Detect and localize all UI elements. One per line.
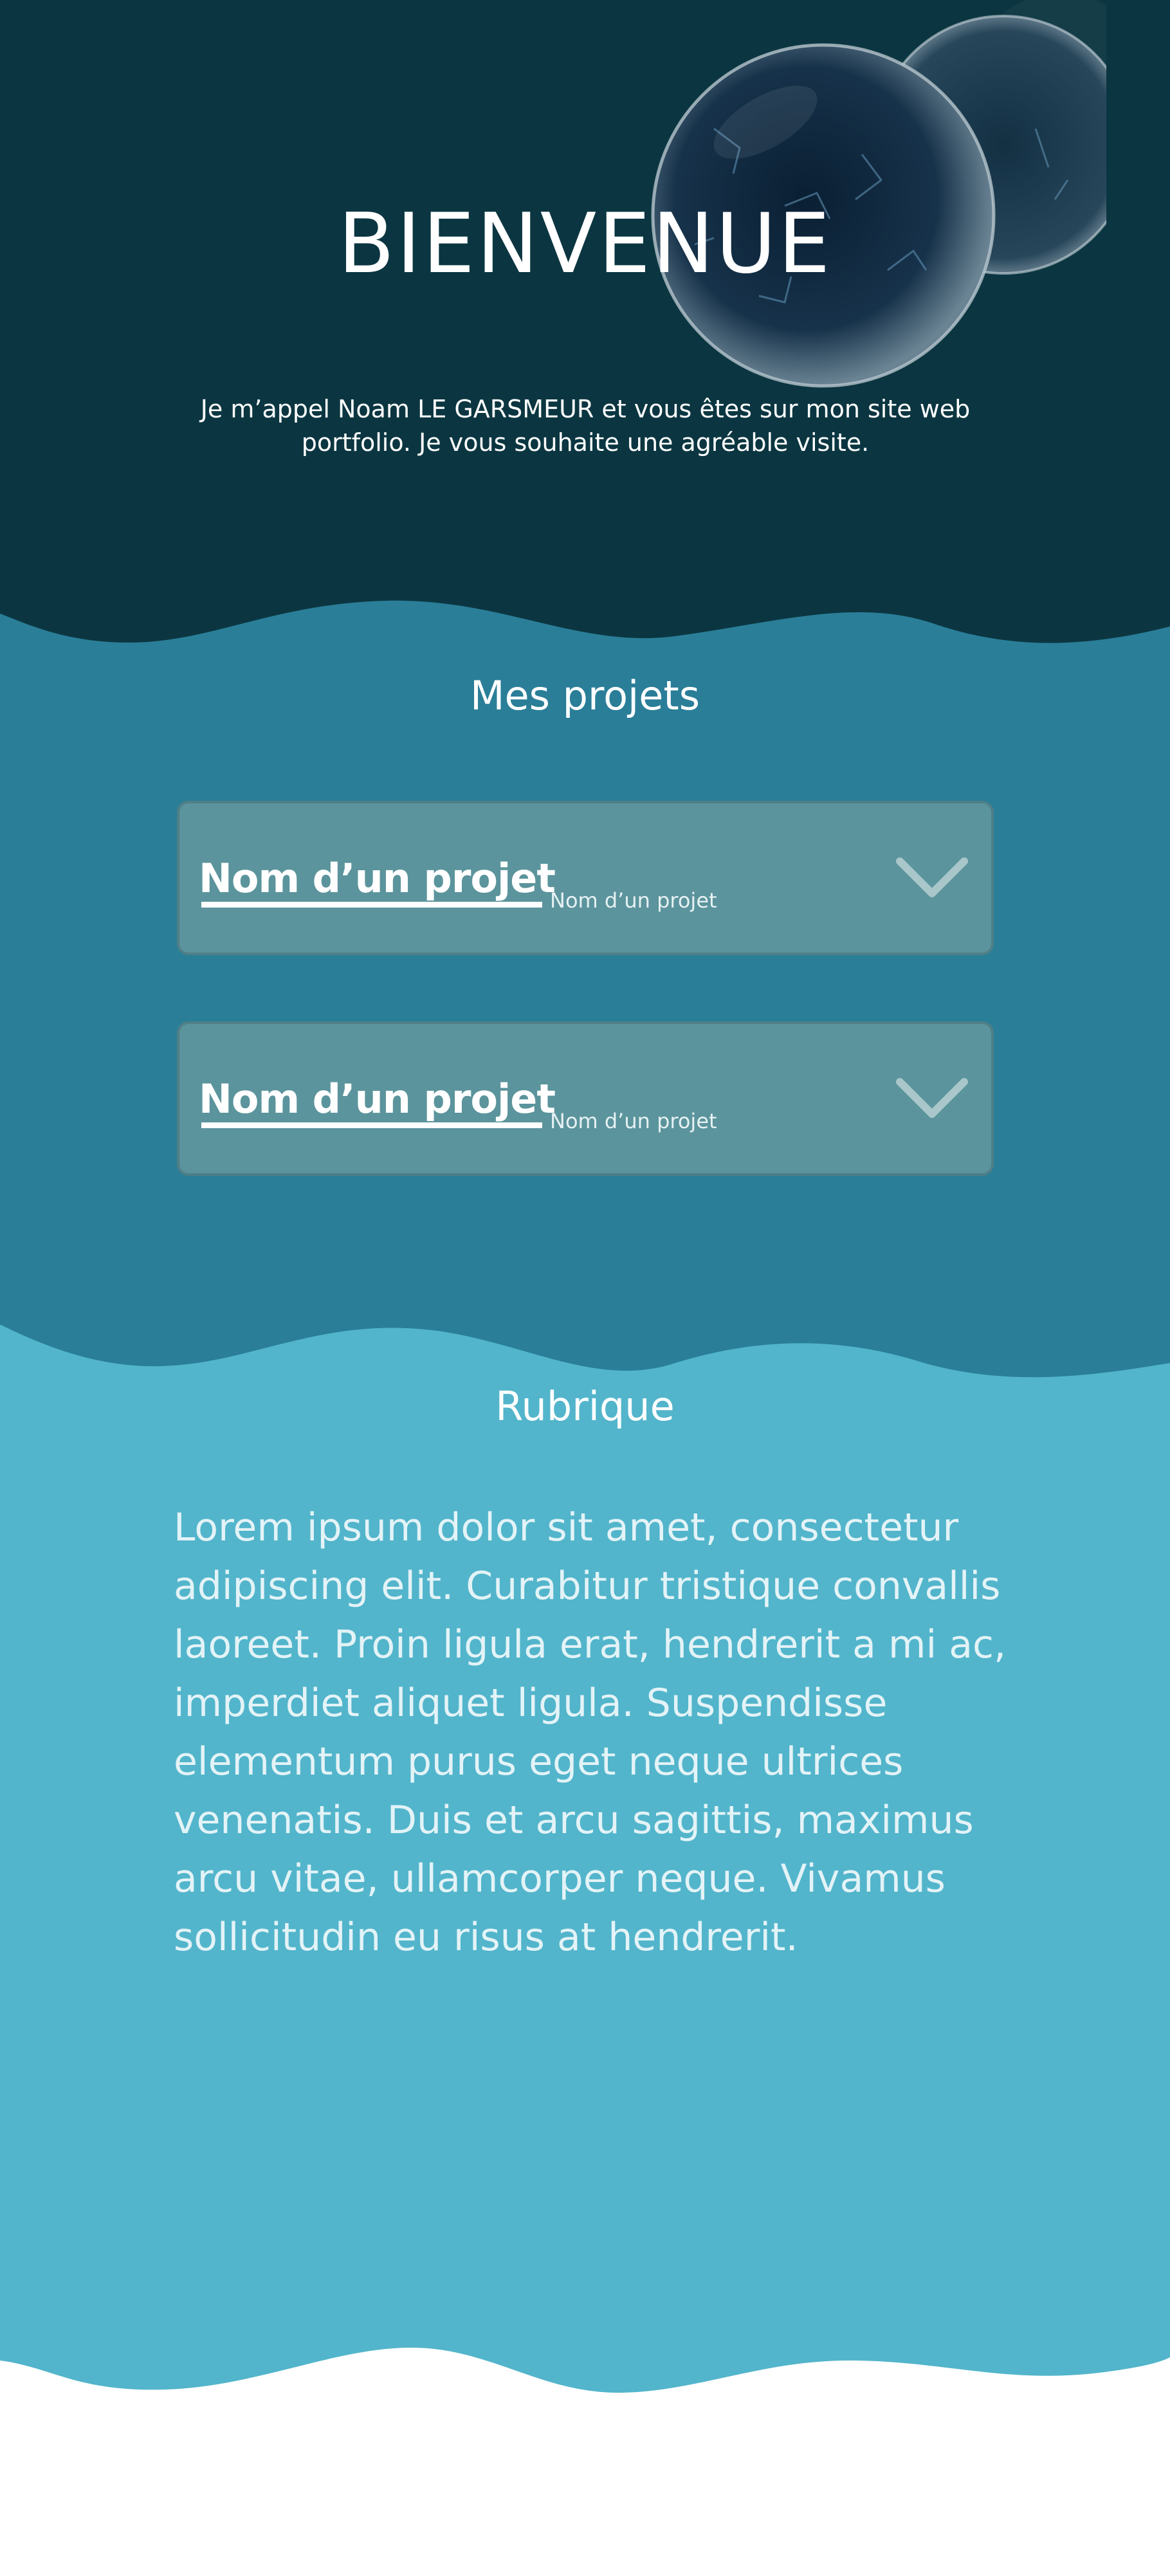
projects-section: Mes projets Nom d’un projet Nom d’un pro… bbox=[0, 598, 1170, 1402]
project-subtitle: Nom d’un projet bbox=[550, 888, 717, 913]
project-card[interactable]: Nom d’un projet Nom d’un projet bbox=[177, 801, 994, 955]
chevron-down-icon[interactable] bbox=[895, 1075, 969, 1120]
project-name-underline bbox=[201, 1122, 542, 1128]
project-name[interactable]: Nom d’un projet bbox=[199, 1075, 556, 1122]
project-card[interactable]: Nom d’un projet Nom d’un projet bbox=[177, 1021, 994, 1176]
project-subtitle: Nom d’un projet bbox=[550, 1109, 717, 1133]
wave-divider bbox=[0, 598, 1170, 643]
rubrique-title: Rubrique bbox=[495, 1383, 675, 1430]
page-title: BIENVENUE bbox=[338, 196, 832, 292]
rubrique-body-text: Lorem ipsum dolor sit amet, consectetur … bbox=[174, 1505, 1007, 1960]
hero-intro-text: Je m’appel Noam LE GARSMEUR et vous êtes… bbox=[200, 395, 971, 457]
project-name-underline bbox=[201, 902, 542, 908]
hero-section: BIENVENUE Je m’appel Noam LE GARSMEUR et… bbox=[0, 0, 1170, 656]
project-name[interactable]: Nom d’un projet bbox=[199, 855, 556, 902]
projects-title: Mes projets bbox=[470, 672, 700, 719]
chevron-down-icon[interactable] bbox=[895, 855, 969, 900]
wave-divider bbox=[0, 2348, 1170, 2425]
